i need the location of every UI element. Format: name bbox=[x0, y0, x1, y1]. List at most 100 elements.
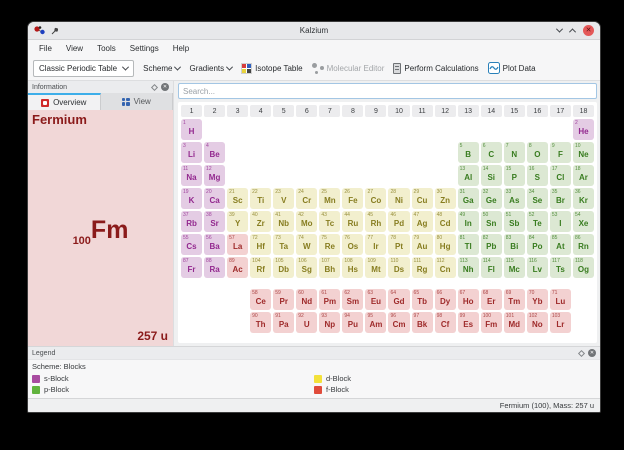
element-Te[interactable]: 52Te bbox=[527, 211, 548, 232]
element-Ru[interactable]: 44Ru bbox=[342, 211, 363, 232]
element-Ba[interactable]: 56Ba bbox=[204, 234, 225, 255]
element-Zn[interactable]: 30Zn bbox=[435, 188, 456, 209]
element-At[interactable]: 85At bbox=[550, 234, 571, 255]
element-Au[interactable]: 79Au bbox=[412, 234, 433, 255]
element-Tb[interactable]: 65Tb bbox=[412, 289, 433, 310]
element-La[interactable]: 57La bbox=[227, 234, 248, 255]
element-Rf[interactable]: 104Rf bbox=[250, 257, 271, 278]
element-Pt[interactable]: 78Pt bbox=[388, 234, 409, 255]
element-Be[interactable]: 4Be bbox=[204, 142, 225, 163]
element-Pu[interactable]: 94Pu bbox=[342, 312, 363, 333]
element-Pd[interactable]: 46Pd bbox=[388, 211, 409, 232]
element-Am[interactable]: 95Am bbox=[365, 312, 386, 333]
element-Mc[interactable]: 115Mc bbox=[504, 257, 525, 278]
close-dock-icon[interactable]: ✕ bbox=[588, 349, 596, 357]
element-Mt[interactable]: 109Mt bbox=[365, 257, 386, 278]
element-K[interactable]: 19K bbox=[181, 188, 202, 209]
element-Bk[interactable]: 97Bk bbox=[412, 312, 433, 333]
element-Tl[interactable]: 81Tl bbox=[458, 234, 479, 255]
element-B[interactable]: 5B bbox=[458, 142, 479, 163]
element-Os[interactable]: 76Os bbox=[342, 234, 363, 255]
isotope-table-button[interactable]: Isotope Table bbox=[241, 63, 302, 74]
close-button[interactable]: ✕ bbox=[583, 25, 594, 36]
element-Np[interactable]: 93Np bbox=[319, 312, 340, 333]
element-Rb[interactable]: 37Rb bbox=[181, 211, 202, 232]
element-Hs[interactable]: 108Hs bbox=[342, 257, 363, 278]
element-Nh[interactable]: 113Nh bbox=[458, 257, 479, 278]
menu-view[interactable]: View bbox=[59, 44, 90, 53]
element-W[interactable]: 74W bbox=[296, 234, 317, 255]
element-Og[interactable]: 118Og bbox=[573, 257, 594, 278]
element-Ds[interactable]: 110Ds bbox=[388, 257, 409, 278]
element-Sr[interactable]: 38Sr bbox=[204, 211, 225, 232]
element-Li[interactable]: 3Li bbox=[181, 142, 202, 163]
element-Y[interactable]: 39Y bbox=[227, 211, 248, 232]
menu-tools[interactable]: Tools bbox=[90, 44, 123, 53]
element-Se[interactable]: 34Se bbox=[527, 188, 548, 209]
element-O[interactable]: 8O bbox=[527, 142, 548, 163]
element-Md[interactable]: 101Md bbox=[504, 312, 525, 333]
minimize-button[interactable] bbox=[556, 26, 563, 33]
element-Sg[interactable]: 106Sg bbox=[296, 257, 317, 278]
element-Ga[interactable]: 31Ga bbox=[458, 188, 479, 209]
menu-file[interactable]: File bbox=[32, 44, 59, 53]
tab-overview[interactable]: Overview bbox=[28, 93, 101, 110]
element-C[interactable]: 6C bbox=[481, 142, 502, 163]
element-Ti[interactable]: 22Ti bbox=[250, 188, 271, 209]
table-type-select[interactable]: Classic Periodic Table bbox=[33, 60, 134, 77]
element-Sn[interactable]: 50Sn bbox=[481, 211, 502, 232]
perform-calculations-button[interactable]: Perform Calculations bbox=[393, 63, 478, 74]
element-Ni[interactable]: 28Ni bbox=[388, 188, 409, 209]
plot-data-button[interactable]: Plot Data bbox=[488, 62, 536, 74]
element-Lv[interactable]: 116Lv bbox=[527, 257, 548, 278]
element-Lr[interactable]: 103Lr bbox=[550, 312, 571, 333]
element-H[interactable]: 1H bbox=[181, 119, 202, 140]
element-I[interactable]: 53I bbox=[550, 211, 571, 232]
element-Cu[interactable]: 29Cu bbox=[412, 188, 433, 209]
element-Na[interactable]: 11Na bbox=[181, 165, 202, 186]
pin-icon[interactable] bbox=[51, 27, 59, 35]
element-Pa[interactable]: 91Pa bbox=[273, 312, 294, 333]
element-Re[interactable]: 75Re bbox=[319, 234, 340, 255]
element-Po[interactable]: 84Po bbox=[527, 234, 548, 255]
float-dock-icon[interactable] bbox=[578, 349, 585, 356]
float-dock-icon[interactable] bbox=[151, 83, 158, 90]
element-Pm[interactable]: 61Pm bbox=[319, 289, 340, 310]
menu-help[interactable]: Help bbox=[166, 44, 196, 53]
tab-view[interactable]: View bbox=[101, 93, 174, 110]
element-Db[interactable]: 105Db bbox=[273, 257, 294, 278]
element-Rh[interactable]: 45Rh bbox=[365, 211, 386, 232]
element-Ar[interactable]: 18Ar bbox=[573, 165, 594, 186]
element-Br[interactable]: 35Br bbox=[550, 188, 571, 209]
element-Pb[interactable]: 82Pb bbox=[481, 234, 502, 255]
close-dock-icon[interactable]: ✕ bbox=[161, 83, 169, 91]
element-Eu[interactable]: 63Eu bbox=[365, 289, 386, 310]
element-Zr[interactable]: 40Zr bbox=[250, 211, 271, 232]
element-Sc[interactable]: 21Sc bbox=[227, 188, 248, 209]
element-Pr[interactable]: 59Pr bbox=[273, 289, 294, 310]
element-Cn[interactable]: 112Cn bbox=[435, 257, 456, 278]
element-Er[interactable]: 68Er bbox=[481, 289, 502, 310]
element-Ho[interactable]: 67Ho bbox=[458, 289, 479, 310]
element-Ge[interactable]: 32Ge bbox=[481, 188, 502, 209]
element-Ac[interactable]: 89Ac bbox=[227, 257, 248, 278]
element-Ir[interactable]: 77Ir bbox=[365, 234, 386, 255]
scheme-dropdown[interactable]: Scheme bbox=[143, 64, 180, 73]
element-Ne[interactable]: 10Ne bbox=[573, 142, 594, 163]
element-Yb[interactable]: 70Yb bbox=[527, 289, 548, 310]
element-Cm[interactable]: 96Cm bbox=[388, 312, 409, 333]
element-Hf[interactable]: 72Hf bbox=[250, 234, 271, 255]
element-Dy[interactable]: 66Dy bbox=[435, 289, 456, 310]
element-Ca[interactable]: 20Ca bbox=[204, 188, 225, 209]
molecular-editor-button[interactable]: Molecular Editor bbox=[312, 63, 385, 74]
element-Th[interactable]: 90Th bbox=[250, 312, 271, 333]
element-Ce[interactable]: 58Ce bbox=[250, 289, 271, 310]
element-Bh[interactable]: 107Bh bbox=[319, 257, 340, 278]
element-Es[interactable]: 99Es bbox=[458, 312, 479, 333]
element-No[interactable]: 102No bbox=[527, 312, 548, 333]
element-P[interactable]: 15P bbox=[504, 165, 525, 186]
element-Tc[interactable]: 43Tc bbox=[319, 211, 340, 232]
element-Cd[interactable]: 48Cd bbox=[435, 211, 456, 232]
element-Rg[interactable]: 111Rg bbox=[412, 257, 433, 278]
element-Ts[interactable]: 117Ts bbox=[550, 257, 571, 278]
